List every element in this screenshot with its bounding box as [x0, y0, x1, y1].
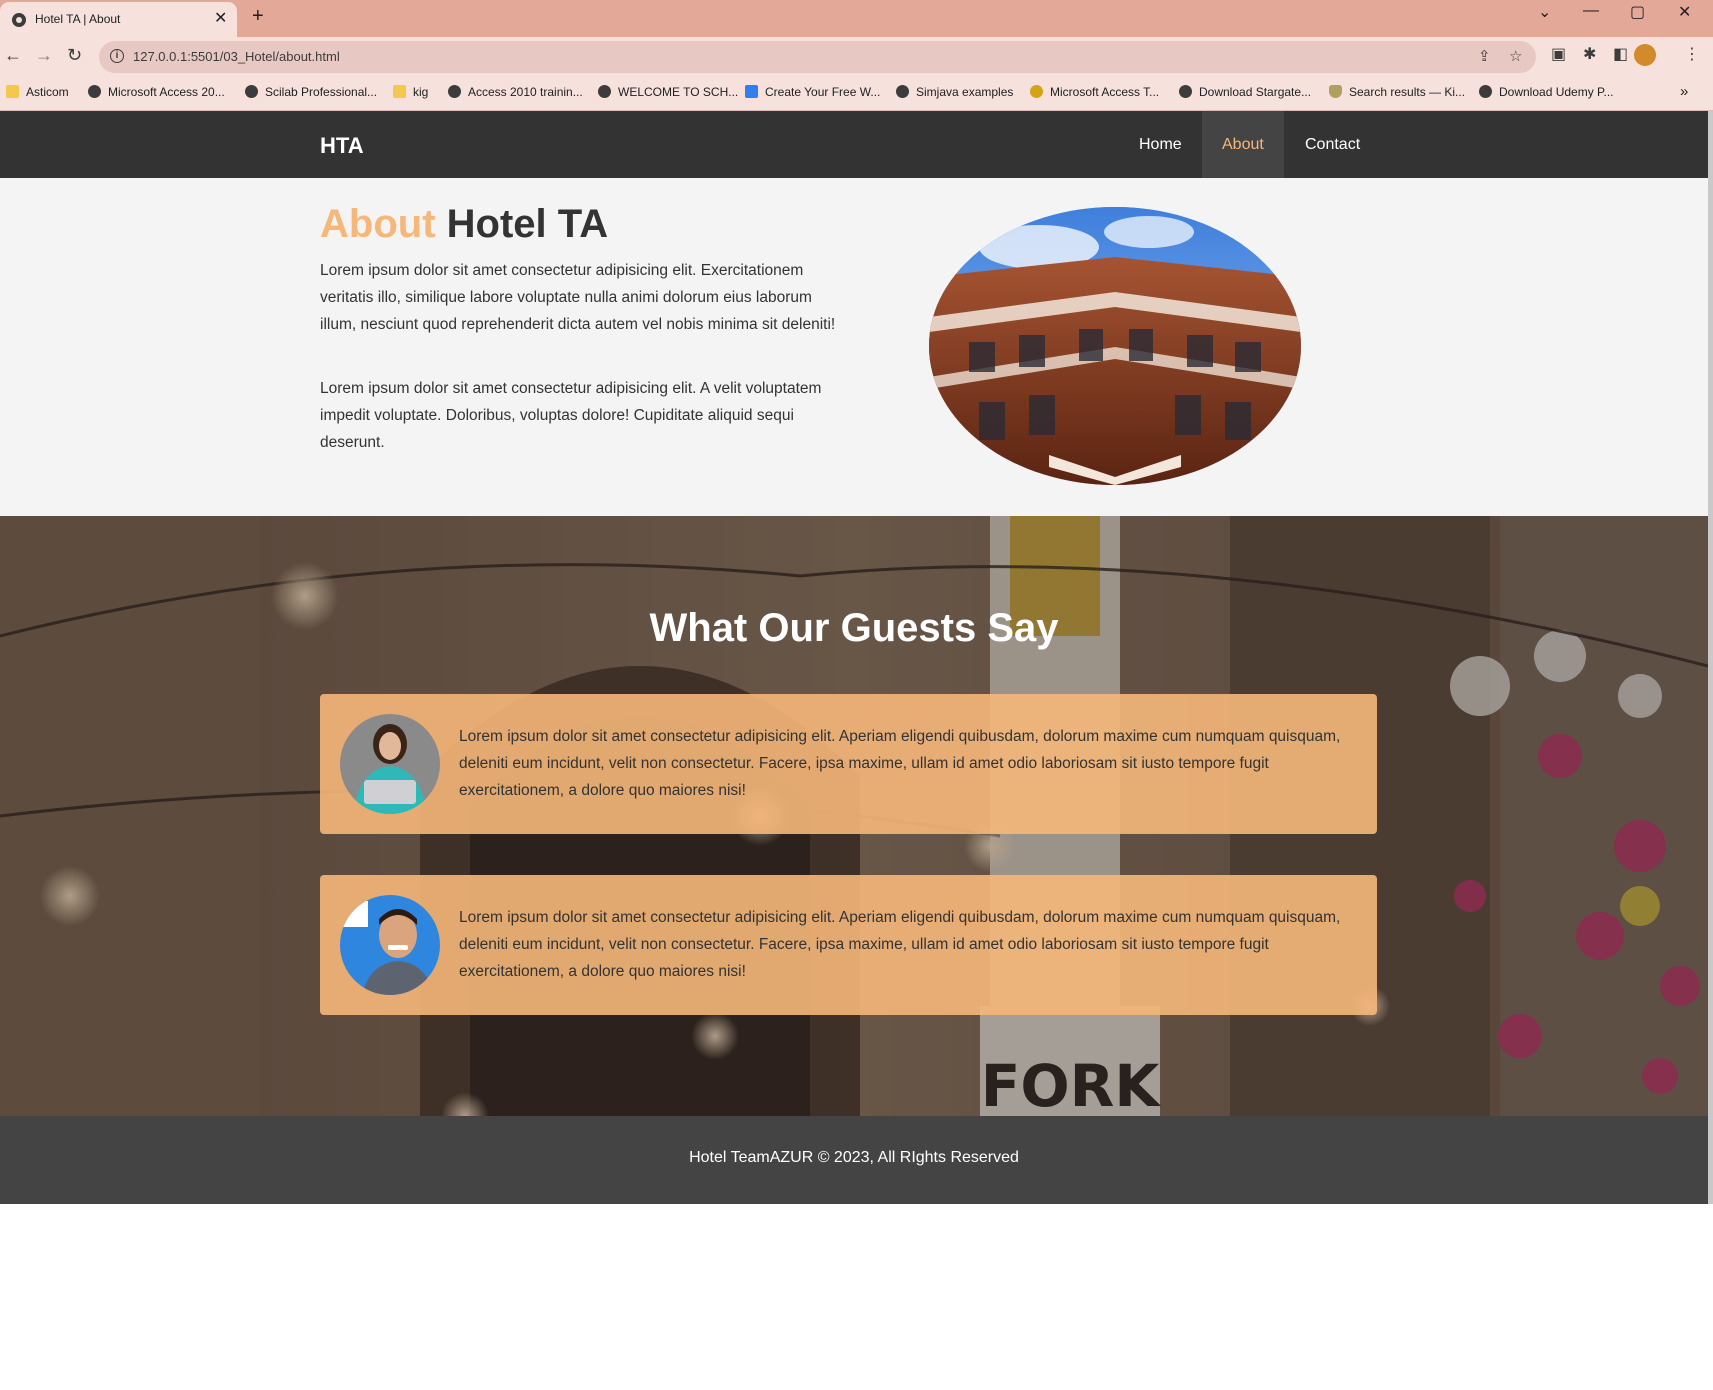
bookmark-label: Microsoft Access 20...: [108, 85, 225, 99]
folder-icon: [393, 85, 406, 98]
bookmark-10[interactable]: Search results — Ki...: [1329, 85, 1465, 99]
bookmark-label: WELCOME TO SCH...: [618, 85, 739, 99]
hotel-building-illustration: [929, 207, 1301, 485]
share-icon[interactable]: ⇪: [1478, 47, 1491, 65]
site-footer: Hotel TeamAZUR © 2023, All RIghts Reserv…: [0, 1116, 1708, 1204]
site-info-icon[interactable]: i: [110, 49, 124, 63]
scilab-icon: [245, 85, 258, 98]
browser-chrome: Hotel TA | About ✕ + ⌄ — ▢ ✕ ← → ↻ i 127…: [0, 0, 1713, 111]
tab-strip: Hotel TA | About ✕ + ⌄ — ▢ ✕: [0, 0, 1713, 37]
guest-avatar-man: [340, 895, 440, 995]
bookmark-label: Access 2010 trainin...: [468, 85, 583, 99]
quiz-icon: [1030, 85, 1043, 98]
globe-icon: [598, 85, 611, 98]
nav-about[interactable]: About: [1202, 111, 1284, 178]
bookmark-label: kig: [413, 85, 429, 99]
about-paragraph-1: Lorem ipsum dolor sit amet consectetur a…: [320, 262, 836, 333]
side-panel-icon[interactable]: ◧: [1613, 44, 1628, 64]
browser-toolbar: ← → ↻ i 127.0.0.1:5501/03_Hotel/about.ht…: [0, 37, 1713, 77]
bookmark-label: Download Stargate...: [1199, 85, 1312, 99]
bookmark-label: Scilab Professional...: [265, 85, 378, 99]
website: HTA Home About Contact About Hotel TA Lo…: [0, 111, 1708, 1204]
tab-search-icon[interactable]: ⌄: [1538, 2, 1551, 22]
close-window-button[interactable]: ✕: [1678, 2, 1691, 22]
bookmark-label: Search results — Ki...: [1349, 85, 1466, 99]
bookmark-7[interactable]: Simjava examples: [896, 85, 1013, 99]
url-text[interactable]: 127.0.0.1:5501/03_Hotel/about.html: [133, 49, 340, 64]
bookmark-star-icon[interactable]: ☆: [1509, 47, 1522, 65]
close-tab-icon[interactable]: ✕: [214, 8, 227, 28]
bookmark-6[interactable]: Create Your Free W...: [745, 85, 880, 99]
guest-avatar-woman: [340, 714, 440, 814]
footer-copyright: Hotel TeamAZUR © 2023, All RIghts Reserv…: [689, 1149, 1019, 1166]
site-logo[interactable]: HTA: [320, 133, 364, 159]
folder-icon: [6, 85, 19, 98]
testimonial-card: Lorem ipsum dolor sit amet consectetur a…: [320, 875, 1377, 1015]
menu-icon[interactable]: ⋮: [1684, 44, 1700, 64]
about-title: About Hotel TA: [320, 202, 608, 247]
tab-title: Hotel TA | About: [35, 12, 121, 26]
globe-icon: [1479, 85, 1492, 98]
new-tab-button[interactable]: +: [252, 5, 264, 28]
bookmark-label: Download Udemy P...: [1499, 85, 1614, 99]
minimize-button[interactable]: —: [1583, 2, 1599, 20]
bookmark-label: Simjava examples: [916, 85, 1014, 99]
hotel-building-image: [929, 207, 1301, 485]
bookmark-label: Microsoft Access T...: [1050, 85, 1160, 99]
bookmarks-overflow-icon[interactable]: »: [1680, 83, 1688, 100]
extensions-puzzle-icon[interactable]: ✱: [1583, 44, 1596, 64]
site-builder-icon: [745, 85, 758, 98]
page-scrollbar[interactable]: [1708, 111, 1713, 1204]
profile-avatar[interactable]: [1634, 44, 1656, 66]
bookmarks-bar: Asticom Microsoft Access 20... Scilab Pr…: [0, 77, 1713, 111]
about-paragraph-2: Lorem ipsum dolor sit amet consectetur a…: [320, 380, 822, 451]
testimonial-text: Lorem ipsum dolor sit amet consectetur a…: [459, 728, 1341, 799]
image-extension-icon[interactable]: ▣: [1551, 44, 1566, 64]
globe-icon: [12, 13, 26, 27]
shield-icon: [1329, 85, 1342, 98]
testimonial-text: Lorem ipsum dolor sit amet consectetur a…: [459, 909, 1341, 980]
bookmark-5[interactable]: WELCOME TO SCH...: [598, 85, 738, 99]
about-section: About Hotel TA Lorem ipsum dolor sit ame…: [0, 178, 1708, 516]
globe-icon: [1179, 85, 1192, 98]
bookmark-label: Asticom: [26, 85, 69, 99]
testimonial-card: Lorem ipsum dolor sit amet consectetur a…: [320, 694, 1377, 834]
bookmark-2[interactable]: Scilab Professional...: [245, 85, 377, 99]
about-title-accent: About: [320, 202, 436, 246]
guests-section: FORK What Our Guests Say Lorem ipsum dol…: [0, 516, 1708, 1116]
back-button[interactable]: ←: [4, 45, 22, 66]
bookmark-label: Create Your Free W...: [765, 85, 881, 99]
bookmark-8[interactable]: Microsoft Access T...: [1030, 85, 1159, 99]
globe-icon: [896, 85, 909, 98]
nav-home[interactable]: Home: [1119, 111, 1202, 178]
about-title-rest: Hotel TA: [446, 202, 609, 246]
guests-title: What Our Guests Say: [649, 606, 1059, 650]
bookmark-9[interactable]: Download Stargate...: [1179, 85, 1311, 99]
globe-icon: [88, 85, 101, 98]
bookmark-11[interactable]: Download Udemy P...: [1479, 85, 1614, 99]
bookmark-3[interactable]: kig: [393, 85, 428, 99]
nav-contact[interactable]: Contact: [1285, 111, 1380, 178]
bookmark-4[interactable]: Access 2010 trainin...: [448, 85, 583, 99]
address-bar[interactable]: i 127.0.0.1:5501/03_Hotel/about.html ⇪ ☆: [99, 41, 1536, 73]
guest-photo-man: [340, 895, 440, 995]
bookmark-1[interactable]: Microsoft Access 20...: [88, 85, 225, 99]
maximize-button[interactable]: ▢: [1630, 2, 1645, 22]
guest-photo-woman: [340, 714, 440, 814]
globe-icon: [448, 85, 461, 98]
bookmark-0[interactable]: Asticom: [6, 85, 69, 99]
reload-button[interactable]: ↻: [67, 45, 82, 66]
site-navbar: HTA Home About Contact: [0, 111, 1708, 178]
browser-tab-active[interactable]: Hotel TA | About ✕: [0, 2, 237, 37]
forward-button[interactable]: →: [35, 45, 53, 66]
